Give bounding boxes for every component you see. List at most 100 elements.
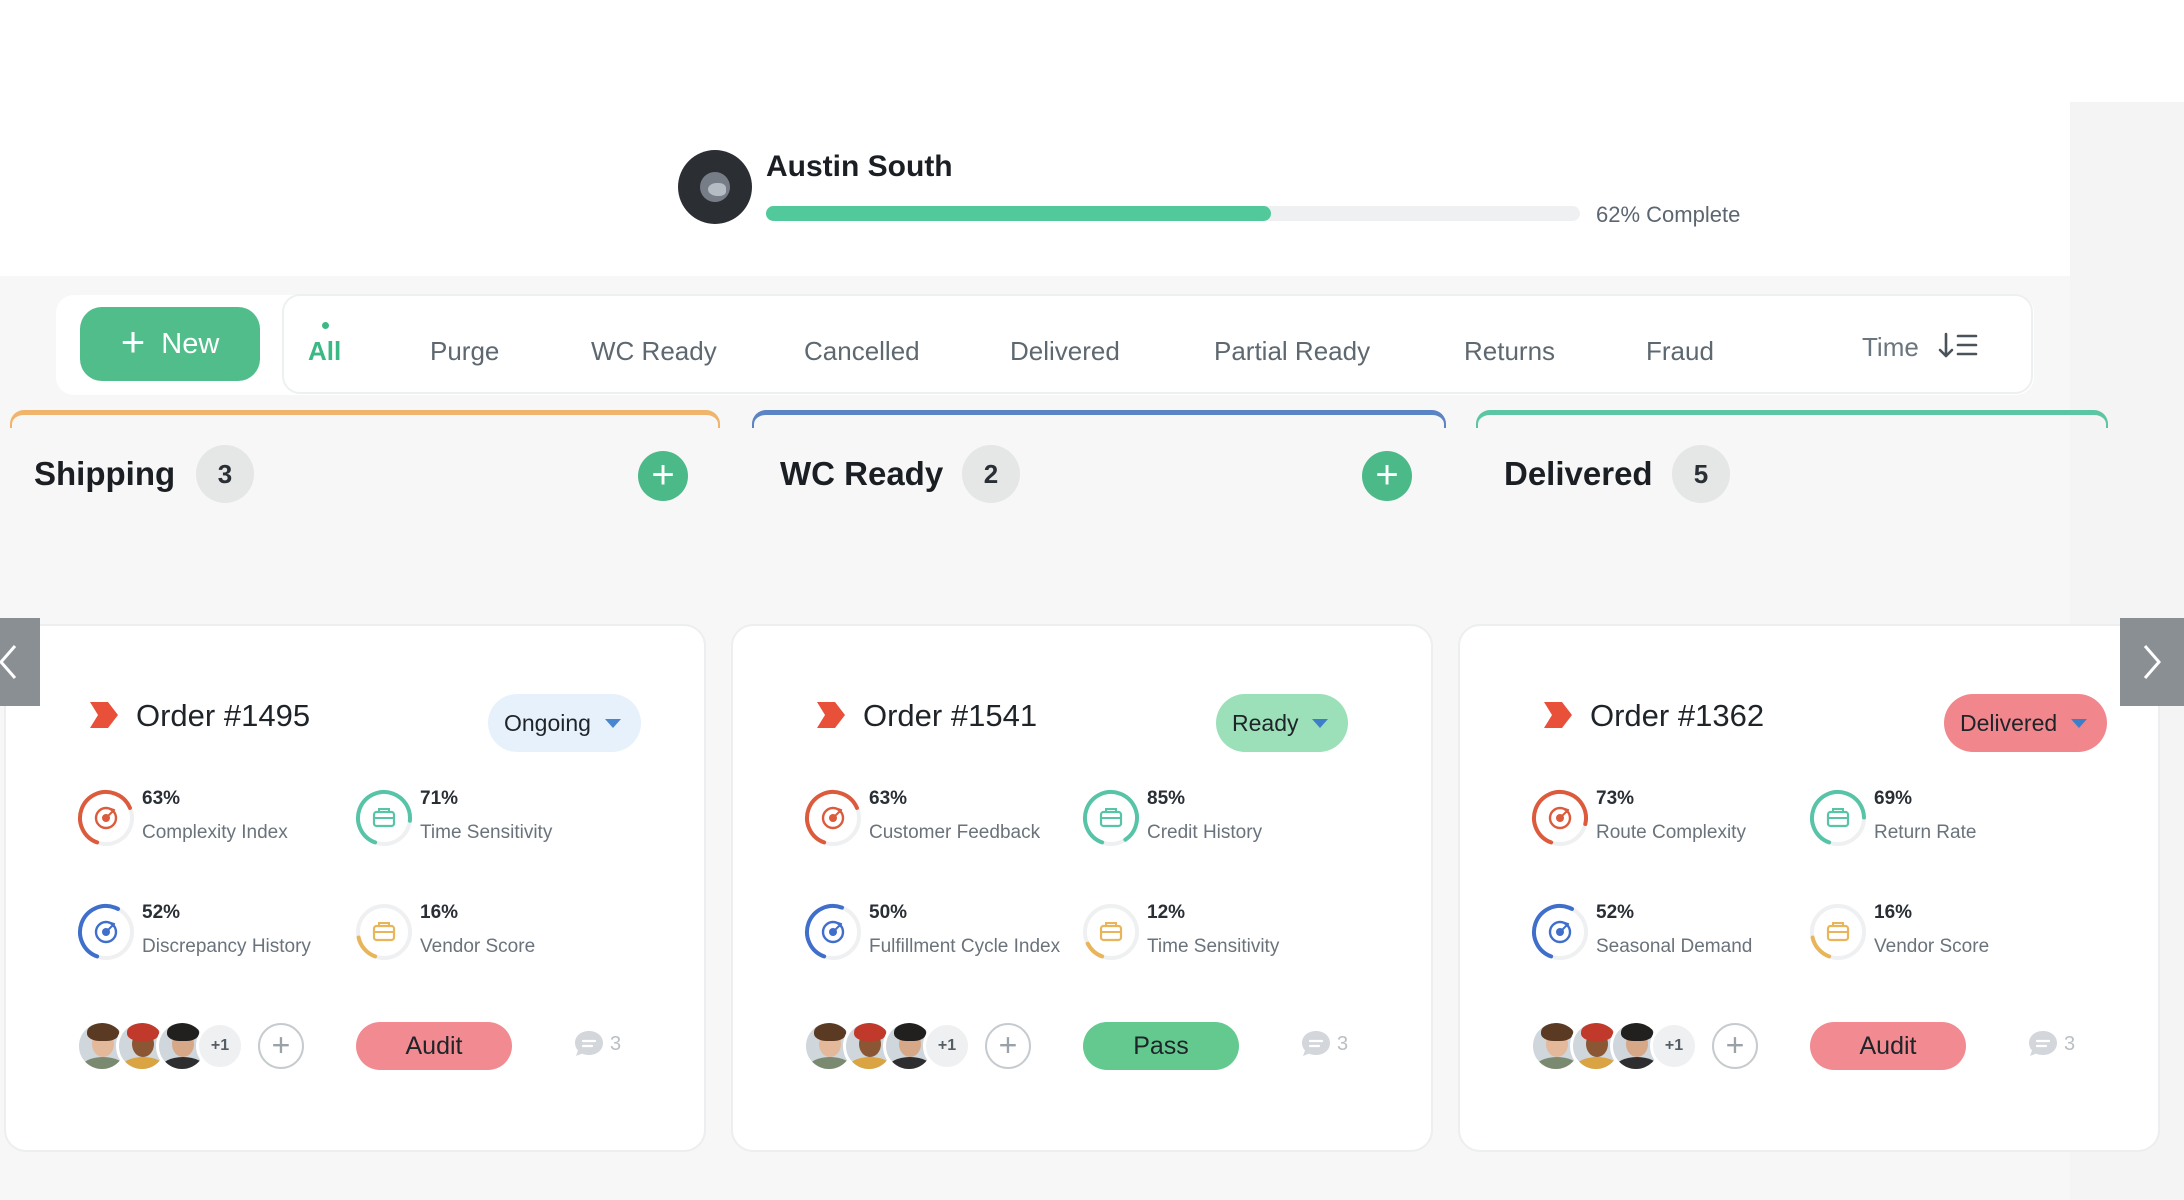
comment-count: 3 xyxy=(610,1032,622,1055)
order-card[interactable]: Order #1362 Delivered 73% Route Complexi… xyxy=(1458,624,2160,1152)
tab-fraud[interactable]: Fraud xyxy=(1646,336,1714,367)
metric-value: 71% xyxy=(420,788,459,809)
metric-value: 63% xyxy=(142,788,181,809)
order-title: Order #1495 xyxy=(136,698,311,733)
sort-ascending-icon[interactable] xyxy=(1938,330,1978,360)
add-member-button[interactable]: + xyxy=(258,1023,304,1069)
column-count-delivered: 5 xyxy=(1672,445,1730,503)
user-name: Austin South xyxy=(766,150,953,183)
metric-value: 63% xyxy=(869,788,908,809)
metric-label: Return Rate xyxy=(1874,822,1977,843)
column-accent-delivered xyxy=(1476,410,2108,428)
member-avatars[interactable]: +1 + xyxy=(803,1020,1031,1074)
card-action-button[interactable]: Pass xyxy=(1083,1022,1239,1070)
card-action-button[interactable]: Audit xyxy=(1810,1022,1966,1070)
status-dropdown[interactable]: Ready xyxy=(1216,694,1349,752)
comments-indicator[interactable]: 3 xyxy=(2026,1028,2075,1060)
add-member-button[interactable]: + xyxy=(985,1023,1031,1069)
metric-value: 73% xyxy=(1596,788,1635,809)
more-members-badge[interactable]: +1 xyxy=(1650,1022,1698,1070)
chevron-left-icon xyxy=(0,645,17,679)
filter-tabs xyxy=(282,294,2033,394)
metric-value: 12% xyxy=(1147,902,1186,923)
progress-bar xyxy=(766,206,1580,221)
column-accent-shipping xyxy=(10,410,720,428)
tab-delivered[interactable]: Delivered xyxy=(1010,336,1120,367)
more-members-badge[interactable]: +1 xyxy=(923,1022,971,1070)
metric-value: 52% xyxy=(1596,902,1635,923)
status-dropdown[interactable]: Delivered xyxy=(1944,694,2108,752)
column-count-wc-ready: 2 xyxy=(962,445,1020,503)
caret-down-icon xyxy=(604,718,621,728)
new-button-label: New xyxy=(161,327,220,360)
metric-value: 16% xyxy=(1874,902,1913,923)
member-avatars[interactable]: +1 + xyxy=(1530,1020,1758,1074)
metric-value: 16% xyxy=(420,902,459,923)
metric-label: Vendor Score xyxy=(420,936,536,957)
user-avatar[interactable] xyxy=(678,150,752,224)
metric-value: 85% xyxy=(1147,788,1186,809)
metric-label: Fulfillment Cycle Index xyxy=(869,936,1061,957)
comments-indicator[interactable]: 3 xyxy=(572,1028,621,1060)
column-title-delivered: Delivered xyxy=(1504,455,1653,492)
metric-value: 69% xyxy=(1874,788,1913,809)
metric-label: Seasonal Demand xyxy=(1596,936,1753,957)
active-tab-indicator xyxy=(322,322,329,329)
tab-wc-ready[interactable]: WC Ready xyxy=(591,336,717,367)
comments-indicator[interactable]: 3 xyxy=(1299,1028,1348,1060)
scroll-left-button[interactable] xyxy=(0,618,40,706)
add-card-wc-ready-button[interactable]: + xyxy=(1362,451,1412,501)
order-tag-icon xyxy=(1544,702,1572,728)
metric-label: Route Complexity xyxy=(1596,822,1746,843)
target-icon xyxy=(77,790,134,846)
metric-label: Time Sensitivity xyxy=(420,822,553,843)
target-icon xyxy=(805,790,861,846)
comment-icon xyxy=(1302,1031,1330,1056)
status-label: Delivered xyxy=(1960,709,2058,736)
metric-value: 50% xyxy=(869,902,908,923)
target-icon xyxy=(805,904,861,960)
order-tag-icon xyxy=(817,702,845,728)
status-dropdown[interactable]: Ongoing xyxy=(488,694,641,752)
briefcase-icon xyxy=(356,904,412,960)
order-title: Order #1362 xyxy=(1590,698,1765,733)
briefcase-icon xyxy=(356,790,412,846)
column-count-shipping: 3 xyxy=(196,445,254,503)
caret-down-icon xyxy=(1312,718,1329,728)
caret-down-icon xyxy=(2071,718,2088,728)
metric-label: Complexity Index xyxy=(142,822,288,843)
sort-label[interactable]: Time xyxy=(1862,332,1919,363)
chevron-right-icon xyxy=(2143,645,2161,679)
tab-cancelled[interactable]: Cancelled xyxy=(804,336,920,367)
target-icon xyxy=(1532,790,1588,846)
metric-label: Credit History xyxy=(1147,822,1263,843)
progress-label: 62% Complete xyxy=(1596,202,1741,227)
scroll-right-button[interactable] xyxy=(2120,618,2184,706)
tab-purge[interactable]: Purge xyxy=(430,336,499,367)
progress-bar-fill xyxy=(766,206,1271,221)
card-action-button[interactable]: Audit xyxy=(356,1022,512,1070)
tab-partial-ready[interactable]: Partial Ready xyxy=(1214,336,1370,367)
member-avatars[interactable]: +1 + xyxy=(76,1020,304,1074)
order-card[interactable]: Order #1495 Ongoing 63% Complexity Index xyxy=(4,624,706,1152)
column-title-shipping: Shipping xyxy=(34,455,176,492)
add-member-button[interactable]: + xyxy=(1712,1023,1758,1069)
more-members-badge[interactable]: +1 xyxy=(196,1022,244,1070)
metric-label: Time Sensitivity xyxy=(1147,936,1280,957)
briefcase-icon xyxy=(1083,904,1139,960)
status-label: Ongoing xyxy=(504,709,591,736)
add-card-shipping-button[interactable]: + xyxy=(638,451,688,501)
briefcase-icon xyxy=(1083,790,1139,846)
order-card[interactable]: Order #1541 Ready 63% Customer Feedback xyxy=(731,624,1433,1152)
target-icon xyxy=(77,904,134,960)
metric-label: Vendor Score xyxy=(1874,936,1990,957)
column-title-wc-ready: WC Ready xyxy=(780,455,944,492)
comment-icon xyxy=(575,1031,603,1056)
new-button[interactable]: + New xyxy=(80,307,260,381)
briefcase-icon xyxy=(1810,790,1866,846)
tab-returns[interactable]: Returns xyxy=(1464,336,1555,367)
comment-count: 3 xyxy=(2064,1032,2076,1055)
tab-all[interactable]: All xyxy=(308,336,341,367)
target-icon xyxy=(1532,904,1588,960)
order-title: Order #1541 xyxy=(863,698,1038,733)
